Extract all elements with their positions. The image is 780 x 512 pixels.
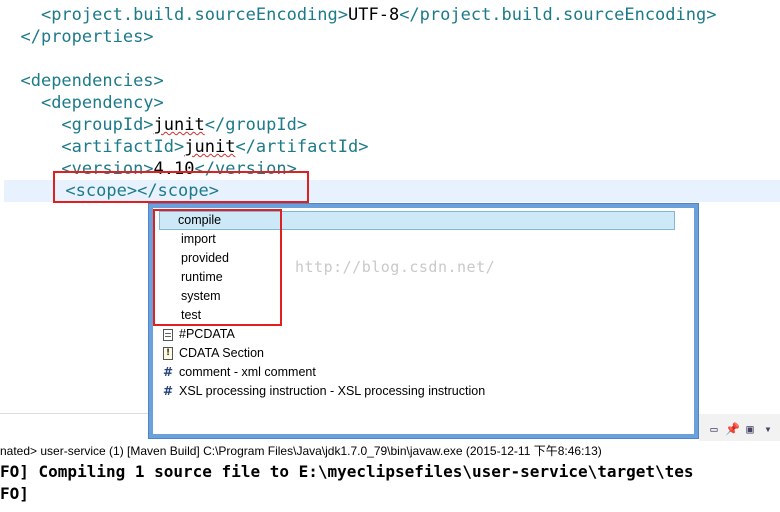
open-console-icon[interactable]: ▣ bbox=[743, 422, 757, 436]
code-tag-open: <project.build.sourceEncoding> bbox=[40, 5, 348, 25]
scope-highlight-box bbox=[53, 171, 309, 203]
code-tag-open: <artifactId> bbox=[61, 137, 185, 157]
content-assist-item-cdata[interactable]: ! CDATA Section bbox=[161, 344, 264, 363]
item-label: comment - xml comment bbox=[179, 365, 316, 379]
item-label: CDATA Section bbox=[179, 346, 264, 360]
scope-values-highlight-box bbox=[153, 209, 282, 326]
code-text: junit bbox=[184, 137, 236, 157]
code-tag-open: <dependencies> bbox=[20, 71, 164, 91]
code-line-groupid[interactable]: <groupId>junit</groupId> bbox=[0, 114, 307, 136]
code-text: junit bbox=[153, 115, 205, 135]
display-console-icon[interactable]: ▭ bbox=[707, 422, 721, 436]
chevron-down-icon[interactable]: ▾ bbox=[761, 422, 775, 436]
code-line-encoding[interactable]: <project.build.sourceEncoding>UTF-8</pro… bbox=[0, 4, 717, 26]
code-tag-close: </properties> bbox=[20, 27, 154, 47]
console-process-header: nated> user-service (1) [Maven Build] C:… bbox=[0, 441, 780, 461]
code-line-dependency[interactable]: <dependency> bbox=[0, 92, 164, 114]
code-text: UTF-8 bbox=[348, 5, 400, 25]
item-label: #PCDATA bbox=[179, 327, 235, 341]
code-tag-close: </groupId> bbox=[204, 115, 308, 135]
item-label: XSL processing instruction - XSL process… bbox=[179, 384, 486, 398]
code-tag-open: <groupId> bbox=[61, 115, 154, 135]
watermark: http://blog.csdn.net/ bbox=[295, 258, 496, 276]
code-tag-close: </project.build.sourceEncoding> bbox=[399, 5, 717, 25]
content-assist-item-pcdata[interactable]: #PCDATA bbox=[161, 325, 235, 344]
content-assist-list[interactable]: compile import provided runtime system t… bbox=[153, 208, 694, 434]
code-line-dependencies[interactable]: <dependencies> bbox=[0, 70, 164, 92]
code-line-properties-close[interactable]: </properties> bbox=[0, 26, 154, 48]
content-assist-item-comment[interactable]: # comment - xml comment bbox=[161, 363, 316, 382]
hash-icon: # bbox=[162, 384, 174, 398]
content-assist-item-xsl-pi[interactable]: # XSL processing instruction - XSL proces… bbox=[161, 382, 485, 401]
console-output-line: FO] bbox=[0, 484, 29, 503]
pcdata-doc-icon bbox=[161, 328, 175, 342]
hash-icon: # bbox=[162, 365, 174, 379]
code-line-artifactid[interactable]: <artifactId>junit</artifactId> bbox=[0, 136, 369, 158]
code-tag-close: </artifactId> bbox=[235, 137, 369, 157]
content-assist-popup[interactable]: compile import provided runtime system t… bbox=[148, 203, 699, 439]
console-output-line: FO] Compiling 1 source file to E:\myecli… bbox=[0, 462, 694, 481]
cdata-icon: ! bbox=[161, 347, 175, 361]
pin-console-icon[interactable]: 📌 bbox=[725, 422, 740, 436]
code-tag-open: <dependency> bbox=[40, 93, 164, 113]
